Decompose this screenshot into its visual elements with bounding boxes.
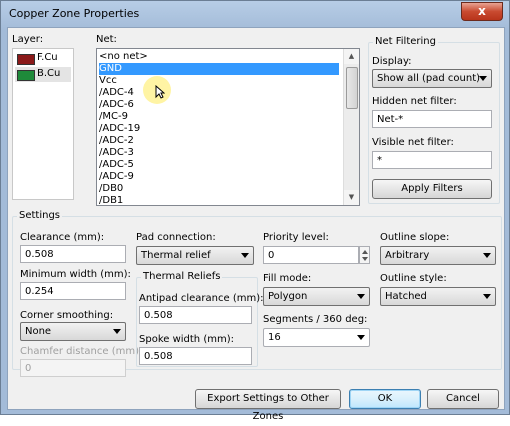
minimum-width-input[interactable]: 0.254	[20, 282, 126, 300]
title-bar: Copper Zone Properties x	[1, 1, 509, 27]
chevron-down-icon	[483, 294, 491, 299]
clearance-input[interactable]: 0.508	[20, 245, 126, 263]
net-list-item[interactable]: <no net>	[99, 51, 148, 63]
priority-level-label: Priority level:	[263, 232, 329, 243]
layer-label: Layer:	[12, 34, 44, 45]
hidden-net-filter-input[interactable]: Net-*	[372, 110, 492, 128]
fill-mode-value: Polygon	[268, 291, 308, 302]
minimum-width-label: Minimum width (mm):	[20, 269, 131, 280]
scroll-up-icon[interactable]: ▲	[344, 49, 359, 64]
spoke-width-input[interactable]: 0.508	[139, 347, 252, 365]
antipad-clearance-label: Antipad clearance (mm):	[139, 293, 264, 304]
outline-slope-value: Arbitrary	[385, 250, 430, 261]
antipad-clearance-input[interactable]: 0.508	[139, 306, 252, 324]
pad-connection-value: Thermal relief	[141, 250, 211, 261]
layer-color-swatch	[17, 54, 35, 65]
net-filtering-title: Net Filtering	[373, 36, 438, 47]
segments-value: 16	[268, 332, 281, 343]
corner-smoothing-value: None	[25, 326, 52, 337]
clearance-label: Clearance (mm):	[20, 232, 105, 243]
net-list-scrollbar[interactable]: ▲ ▼	[343, 49, 359, 205]
chevron-down-icon	[113, 329, 121, 334]
scroll-thumb[interactable]	[346, 67, 358, 109]
outline-slope-dropdown[interactable]: Arbitrary	[380, 246, 496, 265]
scroll-down-icon[interactable]: ▼	[344, 190, 359, 205]
net-list[interactable]: ▲ ▼ <no net> GND Vcc/ADC-4/ADC-6/MC-9/ADC-…	[96, 48, 360, 206]
outline-style-dropdown[interactable]: Hatched	[380, 287, 496, 306]
display-dropdown-value: Show all (pad count)	[377, 73, 481, 84]
net-list-item[interactable]: GND	[99, 63, 339, 75]
visible-net-filter-label: Visible net filter:	[372, 137, 454, 148]
dialog-window: Copper Zone Properties x Layer: F.Cu B.C…	[0, 0, 510, 422]
mouse-cursor-highlight	[143, 76, 171, 104]
net-list-item[interactable]: /ADC-19	[99, 123, 140, 135]
corner-smoothing-label: Corner smoothing:	[20, 310, 114, 321]
window-title: Copper Zone Properties	[9, 7, 140, 20]
settings-title: Settings	[17, 210, 63, 221]
fill-mode-dropdown[interactable]: Polygon	[263, 287, 370, 306]
net-list-item[interactable]: /ADC-4	[99, 87, 134, 99]
display-label: Display:	[372, 56, 412, 67]
outline-style-value: Hatched	[385, 291, 427, 302]
chevron-down-icon	[241, 253, 249, 258]
layer-color-swatch	[17, 70, 35, 81]
net-list-item[interactable]: /MC-9	[99, 111, 128, 123]
layer-item-label: B.Cu	[37, 68, 61, 79]
segments-dropdown[interactable]: 16	[263, 328, 370, 347]
spin-down-icon[interactable]	[362, 257, 368, 261]
layer-item-f-cu[interactable]: F.Cu	[15, 51, 71, 66]
layer-item-label: F.Cu	[37, 52, 58, 63]
display-dropdown[interactable]: Show all (pad count)	[372, 69, 492, 88]
pad-connection-dropdown[interactable]: Thermal relief	[136, 246, 254, 265]
close-icon[interactable]: x	[461, 2, 503, 21]
chevron-down-icon	[479, 76, 487, 81]
layer-item-b-cu[interactable]: B.Cu	[15, 67, 71, 82]
priority-level-input[interactable]: 0	[263, 246, 359, 264]
priority-level-spinner[interactable]	[359, 246, 370, 264]
net-list-item[interactable]: /ADC-6	[99, 99, 134, 111]
thermal-reliefs-title: Thermal Reliefs	[141, 271, 223, 282]
hidden-net-filter-label: Hidden net filter:	[372, 96, 457, 107]
spoke-width-label: Spoke width (mm):	[139, 334, 234, 345]
visible-net-filter-input[interactable]: *	[372, 151, 492, 169]
outline-slope-label: Outline slope:	[380, 232, 450, 243]
spin-up-icon[interactable]	[362, 250, 368, 254]
net-list-item[interactable]: Vcc	[99, 75, 117, 87]
net-list-item[interactable]: /DB1	[99, 195, 123, 205]
net-list-item[interactable]: /DB0	[99, 183, 123, 195]
chamfer-distance-input: 0	[20, 359, 126, 377]
net-list-item[interactable]: /ADC-5	[99, 159, 134, 171]
net-list-item[interactable]: /ADC-3	[99, 147, 134, 159]
layer-list[interactable]: F.Cu B.Cu	[12, 48, 74, 200]
chamfer-distance-label: Chamfer distance (mm):	[20, 346, 143, 357]
net-label: Net:	[96, 34, 117, 45]
cancel-button[interactable]: Cancel	[427, 389, 499, 409]
pad-connection-label: Pad connection:	[136, 232, 216, 243]
chevron-down-icon	[357, 294, 365, 299]
segments-label: Segments / 360 deg:	[263, 314, 368, 325]
corner-smoothing-dropdown[interactable]: None	[20, 322, 126, 341]
dialog-client-area: Layer: F.Cu B.Cu Net: ▲ ▼ <no net> GND Vcc…	[7, 27, 505, 422]
outline-style-label: Outline style:	[380, 273, 447, 284]
fill-mode-label: Fill mode:	[263, 273, 312, 284]
chevron-down-icon	[357, 335, 365, 340]
net-list-item[interactable]: /ADC-9	[99, 171, 134, 183]
net-list-item[interactable]: /ADC-2	[99, 135, 134, 147]
apply-filters-button[interactable]: Apply Filters	[372, 179, 492, 199]
export-settings-button[interactable]: Export Settings to Other Zones	[195, 389, 341, 422]
chevron-down-icon	[483, 253, 491, 258]
mouse-pointer-icon	[155, 85, 165, 99]
ok-button[interactable]: OK	[349, 389, 421, 409]
